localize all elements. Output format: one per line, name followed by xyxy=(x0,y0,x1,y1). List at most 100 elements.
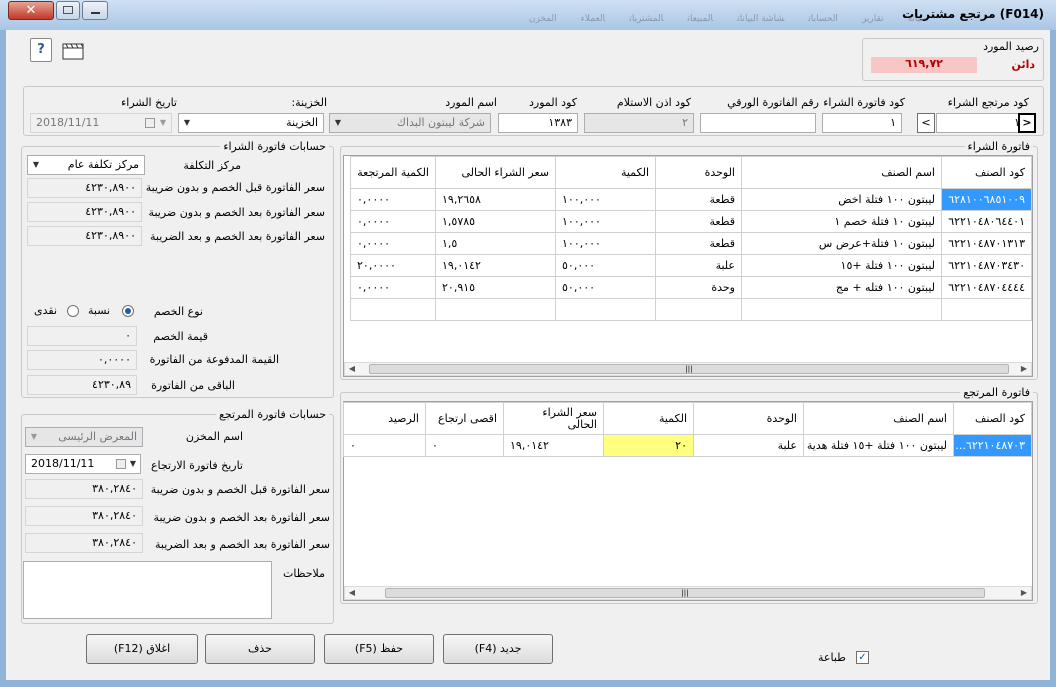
quantity-cell[interactable]: ١٠٠,٠٠٠ xyxy=(555,210,656,233)
column-header[interactable]: الكمية xyxy=(603,402,694,435)
clapperboard-icon[interactable] xyxy=(62,42,84,60)
treasury-dropdown[interactable]: الخزينة ▼ xyxy=(178,113,324,133)
scroll-thumb[interactable]: ||| xyxy=(369,364,1009,374)
item-name-cell[interactable]: ليبتون ١٠ فتلة+عرض س xyxy=(741,232,942,255)
print-checkbox[interactable]: ✓ xyxy=(856,651,869,664)
column-header[interactable]: الكمية المرتجعة xyxy=(350,156,436,189)
price-cell[interactable]: ١٩,٢٦٥٨ xyxy=(435,188,556,211)
price-cell[interactable]: ١,٥ xyxy=(435,232,556,255)
returned-qty-cell[interactable]: ٠,٠٠٠٠ xyxy=(350,232,436,255)
store-name-dropdown[interactable]: المعرض الرئيسى ▼ xyxy=(25,427,143,447)
chevron-down-icon: ▼ xyxy=(159,118,167,127)
column-header[interactable]: اقصى ارتجاع xyxy=(425,402,504,435)
price-cell[interactable]: ١٩,٠١٤٢ xyxy=(435,254,556,277)
returned-qty-cell[interactable]: ٠,٠٠٠٠ xyxy=(350,210,436,233)
close-window-button[interactable]: ✕ xyxy=(8,1,54,20)
unit-cell[interactable]: قطعة xyxy=(655,232,742,255)
scroll-left-icon[interactable]: ◀ xyxy=(345,363,359,375)
balance-cell[interactable]: ٠ xyxy=(343,434,426,457)
unit-cell[interactable]: قطعة xyxy=(655,210,742,233)
table-row[interactable]: ٦٢٢١٠٤٨٧٠٣... ليبتون ١٠٠ فتلة +١٥ فتلة ه… xyxy=(343,434,1032,457)
unit-cell[interactable]: علبة xyxy=(693,434,804,457)
column-header[interactable]: الوحدة xyxy=(655,156,742,189)
item-code-cell[interactable]: ٦٢٢١٠٤٨٧٠٣... xyxy=(953,434,1032,457)
item-code-cell[interactable]: ٦٢٢١٠٤٨٧٠٤٤٤٤ xyxy=(941,276,1032,299)
maximize-window-button[interactable] xyxy=(56,1,80,20)
item-name-cell[interactable]: ليبتون ١٠٠ فتلة +١٥ فتلة هدية xyxy=(803,434,954,457)
column-header[interactable]: اسم الصنف xyxy=(741,156,942,189)
price-cell[interactable]: ٢٠,٩١٥ xyxy=(435,276,556,299)
purchase-date-picker[interactable]: 2018/11/11 ▼ xyxy=(30,113,172,133)
notes-textarea[interactable] xyxy=(23,561,272,619)
returned-qty-cell[interactable]: ٢٠,٠٠٠٠ xyxy=(350,254,436,277)
save-button[interactable]: حفظ (F5) xyxy=(324,634,434,664)
table-row[interactable]: ٦٢٢١٠٤٨٧٠١٣١٣ ليبتون ١٠ فتلة+عرض س قطعة … xyxy=(350,232,1032,255)
discount-cash-radio[interactable] xyxy=(67,305,79,317)
item-code-cell[interactable]: ٦٢٢١٠٤٨٠٦٤٤٠١ xyxy=(941,210,1032,233)
column-header[interactable]: الوحدة xyxy=(693,402,804,435)
item-code-cell[interactable]: ٦٢٢١٠٤٨٧٠٣٤٣٠ xyxy=(941,254,1032,277)
unit-cell[interactable]: قطعة xyxy=(655,188,742,211)
column-header[interactable]: سعر الشراء الحالى xyxy=(503,402,604,435)
cost-center-dropdown[interactable]: مركز تكلفة عام ▼ xyxy=(27,155,145,175)
quantity-cell[interactable]: ٢٠ xyxy=(603,434,694,457)
return-date-picker[interactable]: 2018/11/11 ▼ xyxy=(25,454,141,474)
discount-ratio-radio[interactable] xyxy=(122,305,134,317)
price-cell[interactable]: ١٩,٠١٤٢ xyxy=(503,434,604,457)
return-date-label: تاريخ فاتورة الارتجاع xyxy=(150,459,243,472)
unit-cell[interactable]: علبة xyxy=(655,254,742,277)
scroll-left-icon[interactable]: ◀ xyxy=(345,587,359,599)
unit-cell[interactable]: وحدة xyxy=(655,276,742,299)
prev-return-button[interactable]: < xyxy=(917,113,935,133)
invoice-code-field[interactable]: ١ xyxy=(822,113,902,133)
purchase-grid-hscrollbar[interactable]: ◀ ||| ▶ xyxy=(344,362,1032,376)
delete-button[interactable]: حذف xyxy=(205,634,315,664)
column-header[interactable]: كود الصنف xyxy=(941,156,1032,189)
minimize-window-button[interactable] xyxy=(82,1,108,20)
close-button[interactable]: اغلاق (F12) xyxy=(86,634,198,664)
column-header[interactable]: الكمية xyxy=(555,156,656,189)
quantity-cell[interactable]: ١٠٠,٠٠٠ xyxy=(555,232,656,255)
return-invoice-title: فاتورة المرتجع xyxy=(960,386,1033,399)
scroll-right-icon[interactable]: ▶ xyxy=(1017,363,1031,375)
paper-invoice-field[interactable] xyxy=(700,113,816,133)
item-name-cell[interactable]: ليبتون ١٠٠ فتلة اخض xyxy=(741,188,942,211)
next-return-button[interactable]: > xyxy=(1018,113,1036,133)
item-name-cell[interactable]: ليبتون ١٠ فتلة خصم ١ xyxy=(741,210,942,233)
receipt-code-field[interactable]: ٢ xyxy=(584,113,694,133)
scroll-thumb[interactable]: ||| xyxy=(385,588,985,598)
return-calc-title: حسابات فاتورة المرتجع xyxy=(215,408,329,421)
column-header[interactable]: سعر الشراء الحالى xyxy=(435,156,556,189)
quantity-cell[interactable]: ٥٠,٠٠٠ xyxy=(555,276,656,299)
quantity-cell[interactable]: ١٠٠,٠٠٠ xyxy=(555,188,656,211)
discount-ratio-label: نسبة xyxy=(88,304,111,317)
supplier-name-dropdown[interactable]: شركة ليبتون البداك ▼ xyxy=(329,113,491,133)
background-menu-strip: صيانةتقاريرالحساباتشاشة البياناتالمبيعات… xyxy=(528,14,928,24)
column-header[interactable]: اسم الصنف xyxy=(803,402,954,435)
table-new-row[interactable] xyxy=(350,298,1032,321)
item-code-cell[interactable]: ٦٢٨١٠٠٦٨٥١٠٠٩ xyxy=(941,188,1032,211)
item-name-cell[interactable]: ليبتون ١٠٠ فتلة +١٥ xyxy=(741,254,942,277)
table-row[interactable]: ٦٢٨١٠٠٦٨٥١٠٠٩ ليبتون ١٠٠ فتلة اخض قطعة ١… xyxy=(350,188,1032,211)
scroll-right-icon[interactable]: ▶ xyxy=(1017,587,1031,599)
returned-qty-cell[interactable]: ٠,٠٠٠٠ xyxy=(350,188,436,211)
supplier-code-field[interactable]: ١٣٨٣ xyxy=(498,113,578,133)
new-button[interactable]: جديد (F4) xyxy=(443,634,553,664)
column-header[interactable]: الرصيد xyxy=(343,402,426,435)
table-row[interactable]: ٦٢٢١٠٤٨٧٠٤٤٤٤ ليبتون ١٠٠ فتله + مج وحدة … xyxy=(350,276,1032,299)
paper-invoice-label: رقم الفاتورة الورقي xyxy=(727,96,819,109)
column-header[interactable]: كود الصنف xyxy=(953,402,1032,435)
price-cell[interactable]: ١,٥٧٨٥ xyxy=(435,210,556,233)
returned-qty-cell[interactable]: ٠,٠٠٠٠ xyxy=(350,276,436,299)
table-row[interactable]: ٦٢٢١٠٤٨٧٠٣٤٣٠ ليبتون ١٠٠ فتلة +١٥ علبة ٥… xyxy=(350,254,1032,277)
quantity-cell[interactable]: ٥٠,٠٠٠ xyxy=(555,254,656,277)
return-grid-hscrollbar[interactable]: ◀ ||| ▶ xyxy=(344,586,1032,600)
max-return-cell[interactable]: ٠ xyxy=(425,434,504,457)
item-code-cell[interactable]: ٦٢٢١٠٤٨٧٠١٣١٣ xyxy=(941,232,1032,255)
table-row[interactable]: ٦٢٢١٠٤٨٠٦٤٤٠١ ليبتون ١٠ فتلة خصم ١ قطعة … xyxy=(350,210,1032,233)
paid-amount-field[interactable]: ٠,٠٠٠٠ xyxy=(27,350,137,370)
return-code-field[interactable]: ١ xyxy=(936,113,1026,133)
item-name-cell[interactable]: ليبتون ١٠٠ فتله + مج xyxy=(741,276,942,299)
discount-value-field[interactable]: ٠ xyxy=(27,326,137,346)
help-question-icon[interactable]: ? xyxy=(30,38,52,62)
